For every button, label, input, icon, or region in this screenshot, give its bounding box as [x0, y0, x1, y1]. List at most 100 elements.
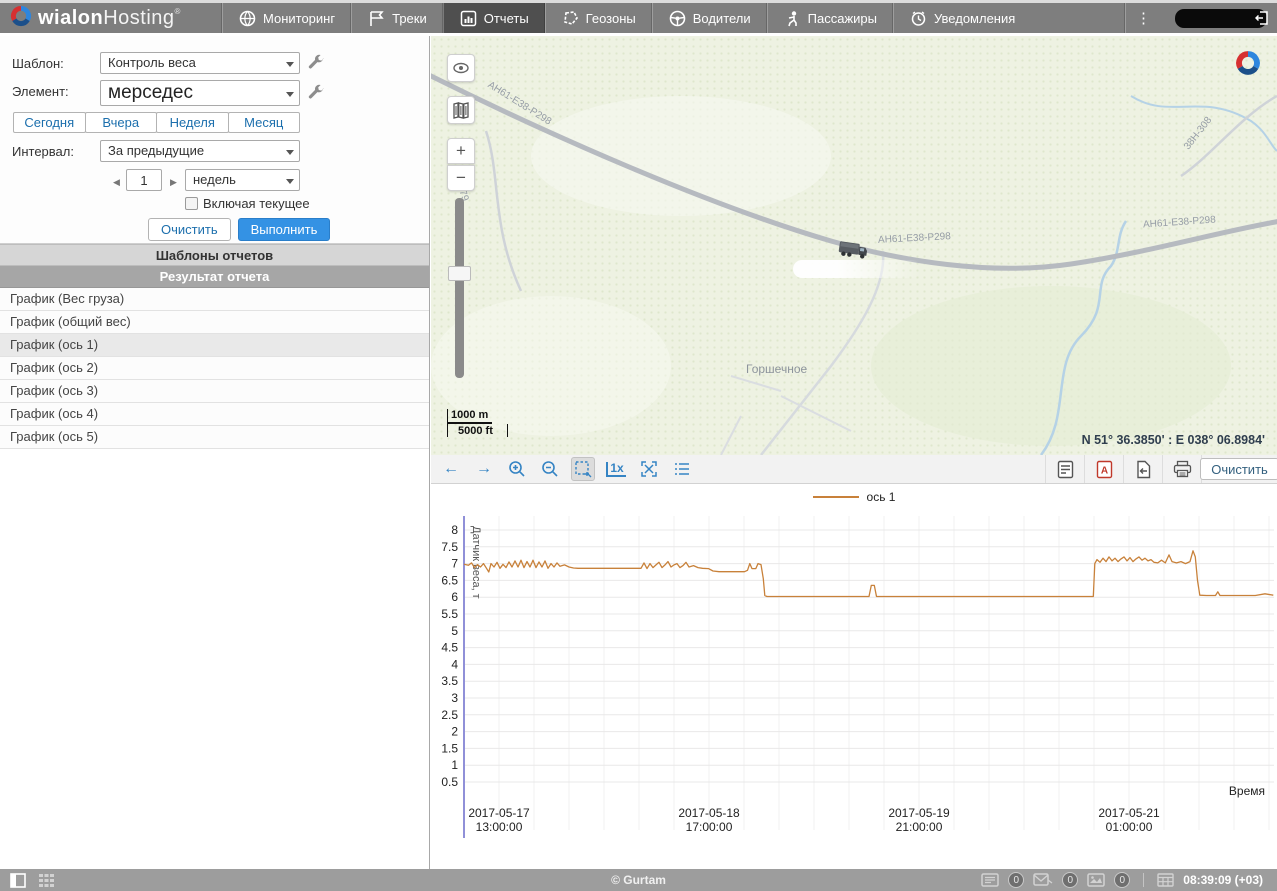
cursor-coordinates: N 51° 36.3850' : E 038° 06.8984'	[1082, 433, 1265, 447]
media-icon[interactable]	[1087, 873, 1105, 887]
list-item-selected[interactable]: График (ось 1)	[0, 334, 429, 357]
navbar-right: ⋮	[1125, 3, 1277, 33]
nav-tab-label: Пассажиры	[808, 11, 877, 26]
chevron-down-icon	[286, 179, 294, 184]
include-current-checkbox[interactable]	[185, 197, 198, 210]
more-menu-button[interactable]: ⋮	[1125, 3, 1161, 33]
list-item[interactable]: График (ось 4)	[0, 403, 429, 426]
clear-report-button[interactable]: Очистить	[148, 218, 231, 241]
nav-tab-monitoring[interactable]: Мониторинг	[222, 3, 351, 33]
range-today-button[interactable]: Сегодня	[13, 112, 86, 133]
result-section-header[interactable]: Результат отчета	[0, 266, 429, 288]
unit-label: Элемент:	[12, 84, 69, 99]
zoom-out-magnifier-icon[interactable]	[538, 457, 562, 481]
marquee-zoom-tool-icon[interactable]	[571, 457, 595, 481]
nav-tab-label: Водители	[693, 11, 751, 26]
nav-tab-label: Геозоны	[586, 11, 636, 26]
nav-tab-label: Треки	[392, 11, 427, 26]
unit-settings-wrench-icon[interactable]	[307, 84, 325, 102]
y-tick-label: 6.5	[441, 573, 458, 587]
main-menu: Мониторинг Треки Отчеты Геозоны	[222, 3, 1031, 33]
map-scale-bar: 1000 m 5000 ft	[447, 409, 508, 437]
user-account-button[interactable]	[1175, 9, 1267, 28]
chart-toolbar: ← → 1x	[431, 455, 1277, 484]
x-tick-time: 21:00:00	[896, 820, 943, 834]
report-table-icon[interactable]	[1045, 455, 1084, 483]
list-item[interactable]: График (Вес груза)	[0, 288, 429, 311]
map-view[interactable]: АН61-Е38-Р298 АН61-Е38-Р298 АН61-Е38-Р29…	[431, 36, 1277, 455]
map-layers-button[interactable]	[447, 96, 475, 124]
export-pdf-icon[interactable]: A	[1084, 455, 1123, 483]
y-tick-label: 2.5	[441, 708, 458, 722]
zoom-in-magnifier-icon[interactable]	[505, 457, 529, 481]
scale-imperial: 5000 ft	[447, 424, 508, 437]
geofence-icon	[562, 10, 579, 27]
nav-tab-passengers[interactable]: Пассажиры	[767, 3, 893, 33]
export-file-icon[interactable]	[1123, 455, 1162, 483]
nav-tab-drivers[interactable]: Водители	[652, 3, 767, 33]
interval-count-input[interactable]	[126, 169, 162, 191]
clear-chart-button[interactable]: Очистить	[1200, 458, 1277, 480]
chart-back-button[interactable]: ←	[439, 457, 463, 481]
range-yesterday-button[interactable]: Вчера	[85, 112, 158, 133]
zoom-in-button[interactable]: +	[447, 138, 475, 164]
zoom-slider[interactable]	[455, 198, 464, 378]
app-logo[interactable]: wialonHosting®	[0, 3, 222, 33]
fit-screen-icon[interactable]	[637, 457, 661, 481]
execute-report-button[interactable]: Выполнить	[238, 218, 331, 241]
y-tick-label: 0.5	[441, 775, 458, 789]
map-provider-logo-icon	[1235, 50, 1261, 81]
nav-tab-geofences[interactable]: Геозоны	[545, 3, 652, 33]
interval-label: Интервал:	[12, 144, 74, 159]
status-bar: © Gurtam 0 0 0 08:39:09 (+03)	[0, 869, 1277, 891]
messages-icon[interactable]	[1033, 873, 1053, 887]
report-form: Шаблон: Контроль веса Элемент: мерседес …	[0, 36, 429, 244]
chart-area[interactable]: ось 1 87.576.565.554.543.532.521.510.5Да…	[431, 484, 1277, 868]
y-tick-label: 4	[451, 657, 458, 671]
globe-icon	[239, 10, 256, 27]
town-label: Горшечное	[746, 362, 807, 376]
chart-forward-button[interactable]: →	[472, 457, 496, 481]
print-icon[interactable]	[1162, 455, 1201, 483]
spinner-increase-icon[interactable]: ▶	[170, 177, 177, 188]
unit-select[interactable]: мерседес	[100, 80, 300, 106]
template-label: Шаблон:	[12, 56, 64, 71]
y-tick-label: 8	[451, 523, 458, 537]
reset-zoom-button[interactable]: 1x	[604, 457, 628, 481]
zoom-slider-handle[interactable]	[448, 266, 471, 281]
y-tick-label: 2	[451, 725, 458, 739]
range-month-button[interactable]: Месяц	[228, 112, 301, 133]
interval-unit-select[interactable]: недель	[185, 169, 300, 191]
x-tick-time: 13:00:00	[476, 820, 523, 834]
nav-tab-label: Отчеты	[484, 11, 529, 26]
unit-marker-truck[interactable]	[837, 239, 869, 266]
reports-sidebar: Шаблон: Контроль веса Элемент: мерседес …	[0, 36, 430, 869]
range-week-button[interactable]: Неделя	[156, 112, 229, 133]
nav-tab-notifications[interactable]: Уведомления	[893, 3, 1031, 33]
chevron-down-icon	[286, 150, 294, 155]
interval-type-select[interactable]: За предыдущие	[100, 140, 300, 162]
template-settings-wrench-icon[interactable]	[307, 54, 325, 72]
calculator-icon[interactable]	[1157, 873, 1174, 887]
list-item[interactable]: График (ось 5)	[0, 426, 429, 449]
log-list-icon[interactable]	[981, 873, 999, 887]
steering-wheel-icon	[669, 10, 686, 27]
svg-text:A: A	[1100, 465, 1107, 476]
nav-tab-tracks[interactable]: Треки	[351, 3, 443, 33]
x-tick-time: 17:00:00	[686, 820, 733, 834]
logout-icon	[1255, 11, 1269, 25]
zoom-out-button[interactable]: −	[447, 165, 475, 191]
scale-metric: 1000 m	[447, 409, 492, 424]
list-item[interactable]: График (ось 2)	[0, 357, 429, 380]
templates-section-header[interactable]: Шаблоны отчетов	[0, 244, 429, 266]
nav-tab-reports[interactable]: Отчеты	[443, 3, 545, 33]
visibility-eye-button[interactable]	[447, 54, 475, 82]
list-item[interactable]: График (общий вес)	[0, 311, 429, 334]
spinner-decrease-icon[interactable]: ◀	[113, 177, 120, 188]
chart-legend-list-icon[interactable]	[670, 457, 694, 481]
y-tick-label: 5.5	[441, 607, 458, 621]
y-tick-label: 7	[451, 557, 458, 571]
template-select[interactable]: Контроль веса	[100, 52, 300, 74]
list-item[interactable]: График (ось 3)	[0, 380, 429, 403]
alarm-clock-icon	[910, 10, 927, 27]
